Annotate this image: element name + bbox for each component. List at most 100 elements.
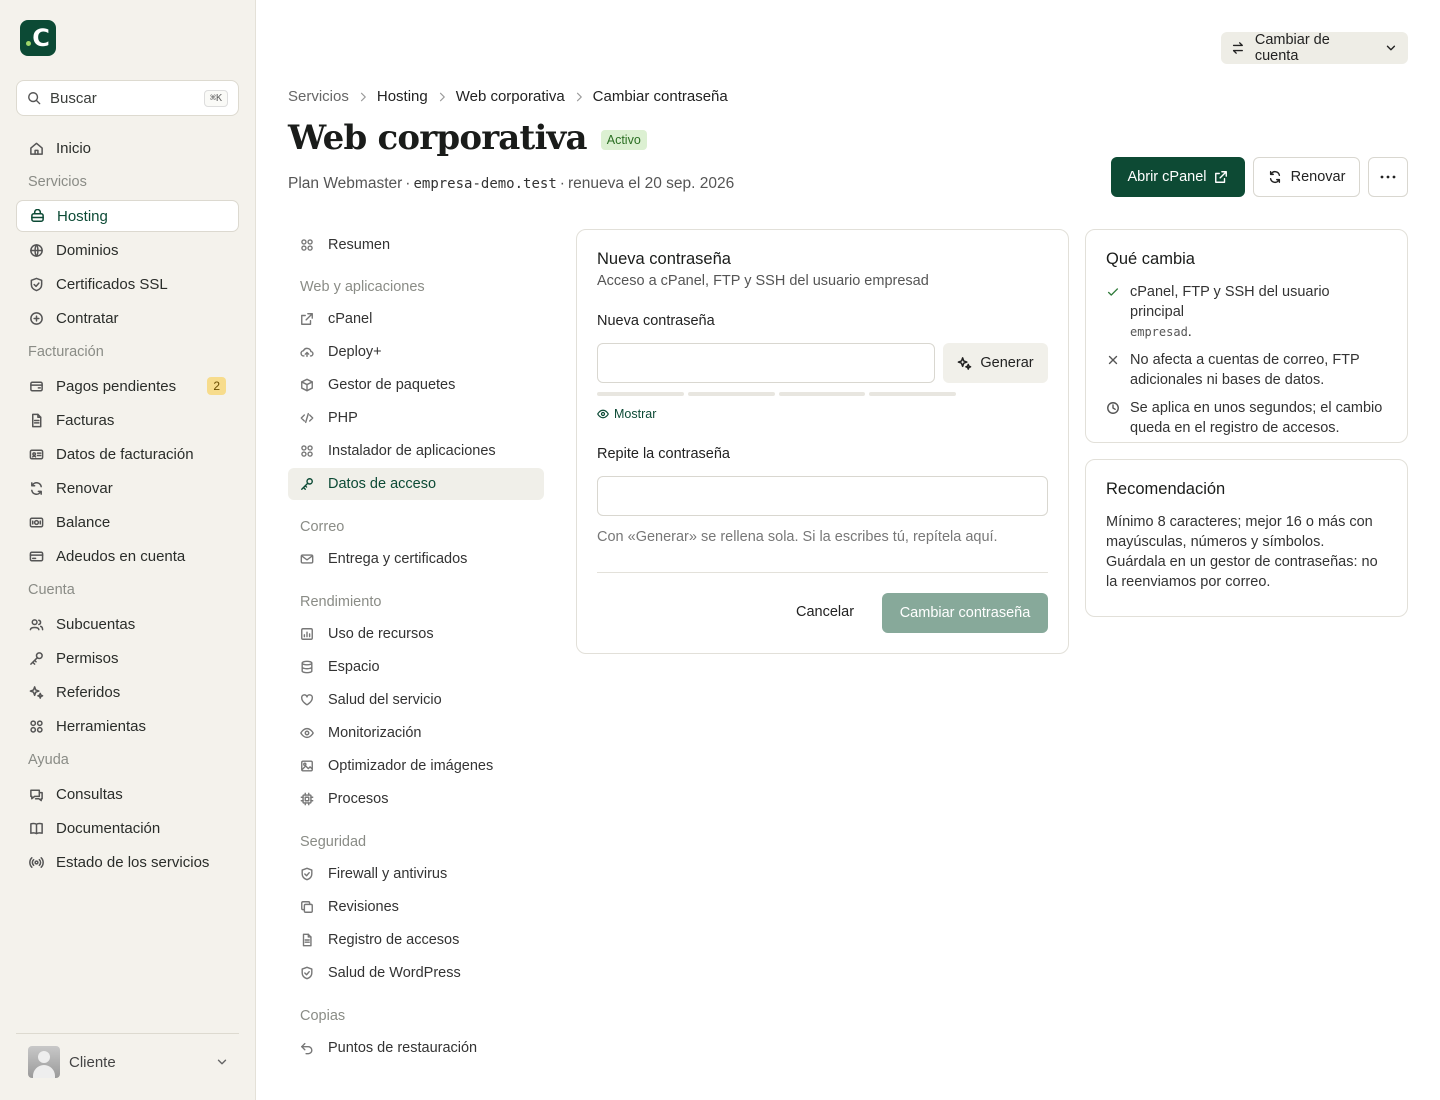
switch-account-button[interactable]: Cambiar de cuenta <box>1221 32 1408 64</box>
subnav-section-rendimiento: Rendimiento <box>300 594 382 610</box>
status-badge: Activo <box>600 130 647 150</box>
sidebar-item-facturas[interactable]: Facturas <box>16 404 239 436</box>
breadcrumb-servicios[interactable]: Servicios <box>288 88 349 105</box>
switch-account-label: Cambiar de cuenta <box>1254 32 1330 64</box>
sidebar-item-contratar[interactable]: Contratar <box>16 302 239 334</box>
cpu-icon <box>300 792 314 806</box>
subnav-item-label: Deploy+ <box>328 344 382 360</box>
subnav-item-entrega-y-certificados[interactable]: Entrega y certificados <box>288 543 544 575</box>
sidebar-item-permisos[interactable]: Permisos <box>16 642 239 674</box>
subnav-item-instalador-de-aplicaciones[interactable]: Instalador de aplicaciones <box>288 435 544 467</box>
subnav-item-puntos-de-restauracion[interactable]: Puntos de restauración <box>288 1032 544 1064</box>
renew-button-label: Renovar <box>1290 169 1346 185</box>
sidebar-item-dominios[interactable]: Dominios <box>16 234 239 266</box>
subnav-item-espacio[interactable]: Espacio <box>288 651 544 683</box>
subnav-section-web-y-aplicaciones: Web y aplicaciones <box>300 279 425 295</box>
check-icon <box>1107 288 1119 296</box>
breadcrumb-hosting[interactable]: Hosting <box>377 88 428 105</box>
subnav-item-cpanel[interactable]: cPanel <box>288 303 544 335</box>
chevron-down-icon <box>1386 45 1396 51</box>
change-item: No afecta a cuentas de correo, FTP adici… <box>1106 350 1387 390</box>
change-password-button[interactable]: Cambiar contraseña <box>882 593 1048 633</box>
pending-count-badge: 2 <box>207 377 226 395</box>
subnav-item-registro-de-accesos[interactable]: Registro de accesos <box>288 924 544 956</box>
more-options-button[interactable] <box>1368 157 1408 197</box>
new-password-label: Nueva contraseña <box>597 313 715 329</box>
subnav-item-firewall-y-antivirus[interactable]: Firewall y antivirus <box>288 858 544 890</box>
repeat-password-input[interactable] <box>597 476 1048 516</box>
chevron-right-icon <box>439 92 445 101</box>
subnav-item-resumen[interactable]: Resumen <box>288 229 544 261</box>
subnav-item-label: Salud de WordPress <box>328 965 461 981</box>
sidebar-item-label: Facturas <box>56 411 115 429</box>
sidebar-item-balance[interactable]: Balance <box>16 506 239 538</box>
sidebar-section-facturacion: Facturación <box>28 344 104 360</box>
subnav-item-datos-de-acceso[interactable]: Datos de acceso <box>288 468 544 500</box>
subnav-item-label: Optimizador de imágenes <box>328 758 494 774</box>
sidebar-item-label: Documentación <box>56 819 161 837</box>
close-icon <box>1108 355 1118 365</box>
sidebar-item-label: Adeudos en cuenta <box>56 547 186 565</box>
subnav-item-label: Firewall y antivirus <box>328 866 448 882</box>
sidebar: C Buscar ⌘K Inicio Servicios Hosting Domini… <box>0 0 256 1100</box>
avatar <box>28 1046 60 1078</box>
sidebar-item-label: Hosting <box>57 207 108 225</box>
sidebar-item-label: Permisos <box>56 649 119 667</box>
change-password-card: Nueva contraseña Acceso a cPanel, FTP y … <box>576 229 1069 654</box>
generate-label: Generar <box>980 355 1034 371</box>
subnav-item-salud-de-wordpress[interactable]: Salud de WordPress <box>288 957 544 989</box>
subnav-item-salud-del-servicio[interactable]: Salud del servicio <box>288 684 544 716</box>
open-cpanel-button[interactable]: Abrir cPanel <box>1111 157 1245 197</box>
sidebar-item-renovar[interactable]: Renovar <box>16 472 239 504</box>
sidebar-item-datos-de-facturacion[interactable]: Datos de facturación <box>16 438 239 470</box>
sidebar-item-referidos[interactable]: Referidos <box>16 676 239 708</box>
separator-dot: · <box>559 175 565 192</box>
subnav-item-revisiones[interactable]: Revisiones <box>288 891 544 923</box>
shield-icon <box>30 277 43 291</box>
recommendation-text: Mínimo 8 caracteres; mejor 16 o más con … <box>1106 514 1378 590</box>
subnav-item-uso-de-recursos[interactable]: Uso de recursos <box>288 618 544 650</box>
service-subtitle: Plan Webmaster · empresa-demo.test · ren… <box>288 175 734 193</box>
user-menu[interactable]: Cliente <box>16 1033 239 1078</box>
sidebar-item-documentacion[interactable]: Documentación <box>16 812 239 844</box>
search-input[interactable]: Buscar ⌘K <box>16 80 239 116</box>
sidebar-item-subcuentas[interactable]: Subcuentas <box>16 608 239 640</box>
wallet-icon <box>30 381 43 391</box>
sidebar-item-label: Consultas <box>56 785 123 803</box>
subnav-item-monitorizacion[interactable]: Monitorización <box>288 717 544 749</box>
breadcrumb: Servicios Hosting Web corporativa Cambia… <box>288 88 728 105</box>
sidebar-item-label: Datos de facturación <box>56 445 194 463</box>
sidebar-item-estado-de-los-servicios[interactable]: Estado de los servicios <box>16 846 239 878</box>
sidebar-section-cuenta: Cuenta <box>28 582 75 598</box>
repeat-password-label: Repite la contraseña <box>597 446 730 462</box>
subnav-item-optimizador-de-imagenes[interactable]: Optimizador de imágenes <box>288 750 544 782</box>
sparkles-icon <box>29 685 44 699</box>
change-item-text: Se aplica en unos segundos; el cambio qu… <box>1130 400 1383 436</box>
subnav-item-procesos[interactable]: Procesos <box>288 783 544 815</box>
subnav-item-label: Salud del servicio <box>328 692 442 708</box>
new-password-input[interactable] <box>597 343 935 383</box>
sidebar-item-certificados-ssl[interactable]: Certificados SSL <box>16 268 239 300</box>
sidebar-item-pagos-pendientes[interactable]: Pagos pendientes 2 <box>16 370 239 402</box>
sidebar-item-adeudos-en-cuenta[interactable]: Adeudos en cuenta <box>16 540 239 572</box>
key-icon <box>30 651 43 665</box>
home-icon <box>30 142 43 155</box>
sidebar-item-hosting[interactable]: Hosting <box>16 200 239 232</box>
generate-password-button[interactable]: Generar <box>943 343 1048 383</box>
subnav-item-php[interactable]: PHP <box>288 402 544 434</box>
sidebar-item-inicio[interactable]: Inicio <box>16 132 239 164</box>
code-icon <box>300 412 314 424</box>
username-code: empresad <box>1130 325 1188 339</box>
subnav-item-deploy[interactable]: Deploy+ <box>288 336 544 368</box>
show-password-toggle[interactable]: Mostrar <box>597 407 956 421</box>
sidebar-item-label: Contratar <box>56 309 119 327</box>
sidebar-section-servicios: Servicios <box>28 174 87 190</box>
breadcrumb-web-corporativa[interactable]: Web corporativa <box>456 88 565 105</box>
renew-button[interactable]: Renovar <box>1253 157 1360 197</box>
logo[interactable]: C <box>20 20 56 56</box>
sidebar-item-consultas[interactable]: Consultas <box>16 778 239 810</box>
sidebar-item-herramientas[interactable]: Herramientas <box>16 710 239 742</box>
cancel-button[interactable]: Cancelar <box>796 604 854 620</box>
subnav-item-label: Gestor de paquetes <box>328 377 456 393</box>
subnav-item-gestor-de-paquetes[interactable]: Gestor de paquetes <box>288 369 544 401</box>
